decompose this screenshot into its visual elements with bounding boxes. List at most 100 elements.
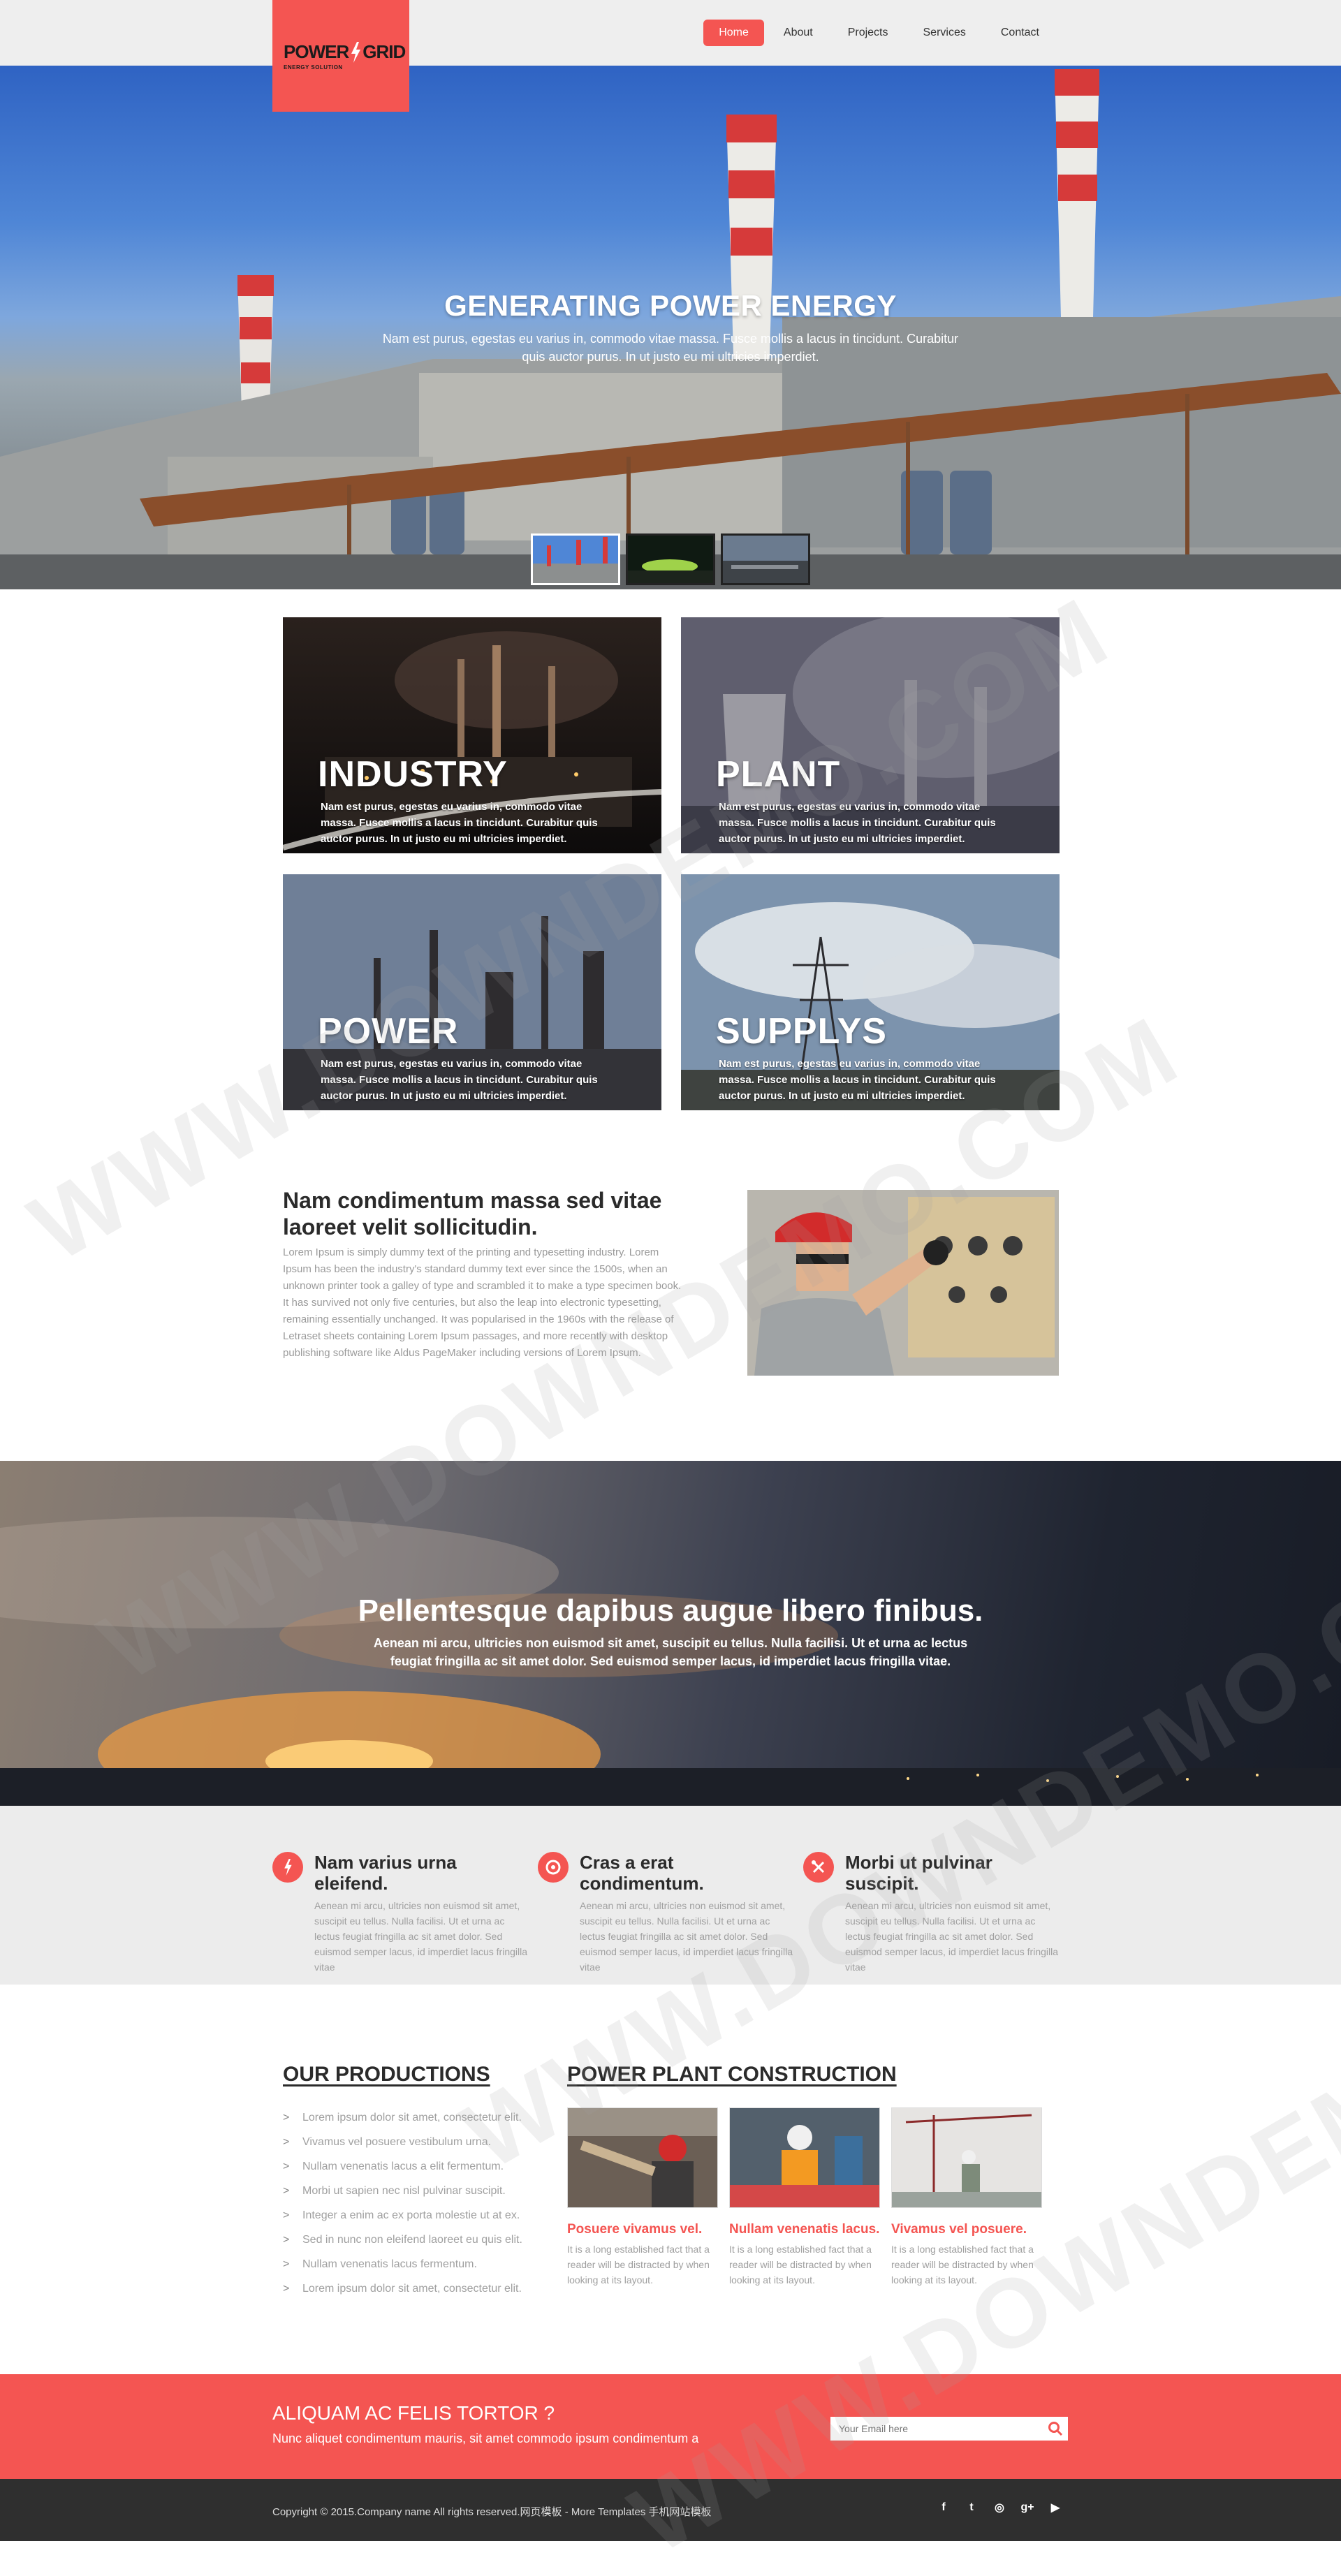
site-footer: Copyright © 2015.Company name All rights…	[0, 2479, 1341, 2541]
tile-plant-title: PLANT	[716, 754, 841, 795]
chevron-right-icon: >	[283, 2258, 290, 2270]
slider-thumb-3[interactable]	[721, 533, 810, 585]
feature-3: Morbi ut pulvinar suscipit. Aenean mi ar…	[803, 1852, 1062, 1975]
banner-caption: Pellentesque dapibus augue libero finibu…	[0, 1594, 1341, 1670]
nav-home[interactable]: Home	[703, 20, 764, 46]
logo-text-right: GRID	[362, 41, 406, 62]
card-title[interactable]: Vivamus vel posuere.	[891, 2222, 1042, 2237]
chevron-right-icon: >	[283, 2112, 290, 2124]
card-image	[891, 2107, 1042, 2208]
card-image	[729, 2107, 880, 2208]
newsletter-cta: ALIQUAM AC FELIS TORTOR ? Nunc aliquet c…	[0, 2374, 1341, 2479]
feature-2-title: Cras a erat condimentum.	[580, 1852, 704, 1894]
tile-power-title: POWER	[318, 1011, 459, 1052]
about-text: Lorem Ipsum is simply dummy text of the …	[283, 1246, 682, 1359]
tile-industry[interactable]: INDUSTRY Nam est purus, egestas eu variu…	[283, 617, 661, 853]
list-item[interactable]: > Morbi ut sapien nec nisl pulvinar susci…	[283, 2184, 534, 2208]
tile-power-text: Nam est purus, egestas eu varius in, com…	[321, 1058, 598, 1102]
chevron-right-icon: >	[283, 2161, 290, 2172]
email-form	[830, 2416, 1069, 2441]
chevron-right-icon: >	[283, 2136, 290, 2148]
construction-card-3[interactable]: Vivamus vel posuere. It is a long establ…	[891, 2107, 1042, 2288]
email-input[interactable]	[830, 2417, 1043, 2441]
nav-about[interactable]: About	[768, 20, 828, 46]
hero-description: Nam est purus, egestas eu varius in, com…	[382, 332, 959, 364]
tile-supplys[interactable]: SUPPLYS Nam est purus, egestas eu varius…	[681, 874, 1060, 1110]
cta-title: ALIQUAM AC FELIS TORTOR ?	[272, 2402, 555, 2424]
card-image	[567, 2107, 718, 2208]
tile-industry-title: INDUSTRY	[318, 754, 508, 795]
site-logo[interactable]: POWER GRID ENERGY SOLUTION	[272, 0, 409, 112]
tools-icon	[803, 1852, 834, 1883]
dribbble-icon[interactable]: ◎	[992, 2500, 1007, 2515]
tile-plant-text: Nam est purus, egestas eu varius in, com…	[719, 801, 996, 845]
nav-projects[interactable]: Projects	[833, 20, 904, 46]
list-item[interactable]: > Lorem ipsum dolor sit amet, consectetur…	[283, 2281, 534, 2306]
facebook-icon[interactable]: f	[936, 2500, 951, 2515]
list-item[interactable]: > Nullam venenatis lacus a elit fermentum…	[283, 2159, 534, 2184]
list-item[interactable]: > Lorem ipsum dolor sit amet, consectetur…	[283, 2110, 534, 2135]
twitter-icon[interactable]: t	[964, 2500, 979, 2515]
slider-thumb-1[interactable]	[531, 533, 620, 585]
feature-1-title: Nam varius urna eleifend.	[314, 1852, 457, 1894]
target-icon	[538, 1852, 569, 1883]
list-item[interactable]: > Integer a enim ac ex porta molestie ut …	[283, 2208, 534, 2232]
construction-card-2[interactable]: Nullam venenatis lacus. It is a long est…	[729, 2107, 880, 2288]
feature-3-title: Morbi ut pulvinar suscipit.	[845, 1852, 992, 1894]
tile-industry-text: Nam est purus, egestas eu varius in, com…	[321, 801, 598, 845]
productions-title: OUR PRODUCTIONS	[283, 2063, 490, 2086]
tile-plant[interactable]: PLANT Nam est purus, egestas eu varius i…	[681, 617, 1060, 853]
slider-thumb-2[interactable]	[626, 533, 715, 585]
card-title[interactable]: Posuere vivamus vel.	[567, 2222, 718, 2237]
list-item[interactable]: > Nullam venenatis lacus fermentum.	[283, 2257, 534, 2281]
features-section: Nam varius urna eleifend. Aenean mi arcu…	[0, 1806, 1341, 1985]
construction-title: POWER PLANT CONSTRUCTION	[567, 2063, 897, 2086]
list-item[interactable]: > Vivamus vel posuere vestibulum urna.	[283, 2135, 534, 2159]
productions-section: OUR PRODUCTIONS > Lorem ipsum dolor sit a…	[283, 2063, 534, 2306]
chevron-right-icon: >	[283, 2185, 290, 2197]
hero-caption: GENERATING POWER ENERGY Nam est purus, e…	[0, 289, 1341, 366]
about-title: Nam condimentum massa sed vitae laoreet …	[283, 1188, 662, 1239]
hero-title: GENERATING POWER ENERGY	[444, 289, 897, 322]
card-text: It is a long established fact that a rea…	[567, 2244, 710, 2286]
tile-power[interactable]: POWER Nam est purus, egestas eu varius i…	[283, 874, 661, 1110]
feature-2-text: Aenean mi arcu, ultricies non euismod si…	[580, 1900, 793, 1973]
nav-services[interactable]: Services	[908, 20, 981, 46]
card-text: It is a long established fact that a rea…	[729, 2244, 872, 2286]
construction-cards: Posuere vivamus vel. It is a long establ…	[567, 2107, 1042, 2288]
list-item[interactable]: > Sed in nunc non eleifend laoreet eu qui…	[283, 2232, 534, 2257]
copyright-text: Copyright © 2015.Company name All rights…	[272, 2506, 712, 2518]
chevron-right-icon: >	[283, 2283, 290, 2295]
about-image	[747, 1190, 1059, 1376]
about-section: Nam condimentum massa sed vitae laoreet …	[283, 1187, 688, 1362]
chevron-right-icon: >	[283, 2234, 290, 2246]
youtube-icon[interactable]: ▶	[1048, 2500, 1063, 2515]
cta-text: Nunc aliquet condimentum mauris, sit ame…	[272, 2431, 699, 2445]
tile-supplys-text: Nam est purus, egestas eu varius in, com…	[719, 1058, 996, 1102]
feature-2: Cras a erat condimentum. Aenean mi arcu,…	[538, 1852, 796, 1975]
productions-list: > Lorem ipsum dolor sit amet, consectetur…	[283, 2110, 534, 2306]
google-plus-icon[interactable]: g+	[1020, 2500, 1035, 2515]
feature-1-text: Aenean mi arcu, ultricies non euismod si…	[314, 1900, 528, 1973]
main-nav: Home About Projects Services Contact	[703, 20, 1055, 46]
bolt-icon	[272, 1852, 303, 1883]
social-links: f t ◎ g+ ▶	[936, 2500, 1063, 2515]
logo-tagline: ENERGY SOLUTION	[284, 64, 343, 71]
banner-title: Pellentesque dapibus augue libero finibu…	[358, 1594, 983, 1628]
search-icon[interactable]	[1043, 2417, 1068, 2441]
card-title[interactable]: Nullam venenatis lacus.	[729, 2222, 880, 2237]
lightning-icon	[351, 41, 361, 63]
logo-mark: POWER GRID	[284, 41, 409, 63]
logo-text-left: POWER	[284, 41, 349, 62]
parallax-banner: Pellentesque dapibus augue libero finibu…	[0, 1461, 1341, 1806]
card-text: It is a long established fact that a rea…	[891, 2244, 1034, 2286]
construction-section: POWER PLANT CONSTRUCTION Posuere vivamus…	[567, 2063, 1070, 2286]
construction-card-1[interactable]: Posuere vivamus vel. It is a long establ…	[567, 2107, 718, 2288]
tile-supplys-title: SUPPLYS	[716, 1011, 887, 1052]
feature-3-text: Aenean mi arcu, ultricies non euismod si…	[845, 1900, 1059, 1973]
chevron-right-icon: >	[283, 2209, 290, 2221]
feature-1: Nam varius urna eleifend. Aenean mi arcu…	[272, 1852, 531, 1975]
banner-description: Aenean mi arcu, ultricies non euismod si…	[373, 1636, 968, 1668]
hero-slider: GENERATING POWER ENERGY Nam est purus, e…	[0, 66, 1341, 589]
nav-contact[interactable]: Contact	[985, 20, 1055, 46]
